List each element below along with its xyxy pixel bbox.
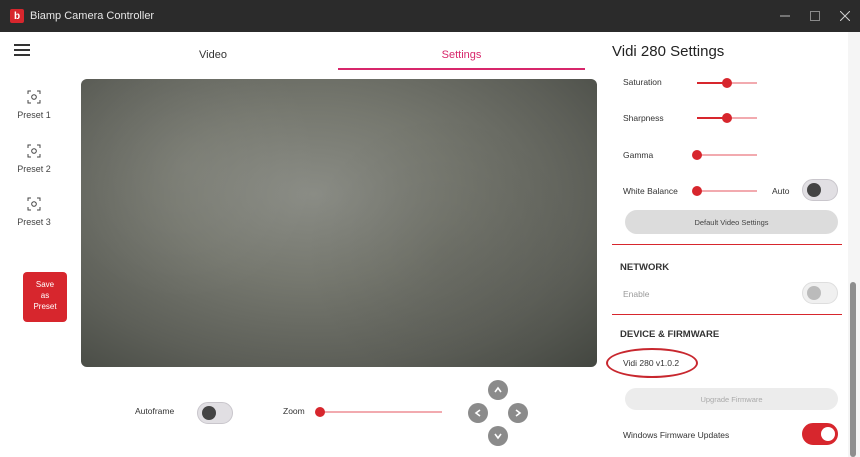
settings-panel: Vidi 280 Settings Saturation Sharpness G… [606, 32, 848, 457]
gamma-slider-thumb[interactable] [692, 150, 702, 160]
windows-firmware-updates-label: Windows Firmware Updates [623, 430, 730, 440]
network-enable-toggle[interactable] [802, 282, 838, 304]
settings-title: Vidi 280 Settings [612, 43, 725, 60]
camera-video-preview [81, 79, 597, 367]
ptz-control-pad [468, 380, 528, 450]
close-icon [840, 11, 850, 21]
firmware-version: Vidi 280 v1.0.2 [623, 358, 680, 368]
default-video-settings-button[interactable]: Default Video Settings [625, 210, 838, 234]
preset-1-button[interactable]: Preset 1 [0, 90, 68, 120]
zoom-slider[interactable] [315, 407, 442, 417]
chevron-down-icon [494, 433, 502, 440]
scrollbar-thumb[interactable] [850, 282, 856, 457]
tab-video[interactable]: Video [138, 32, 288, 72]
autoframe-toggle[interactable] [197, 402, 233, 424]
preset-3-button[interactable]: Preset 3 [0, 197, 68, 227]
save-label-line1: Save [35, 280, 55, 289]
device-firmware-heading: DEVICE & FIRMWARE [620, 329, 720, 340]
saturation-label: Saturation [623, 77, 662, 87]
tab-settings[interactable]: Settings [338, 32, 585, 70]
network-enable-label: Enable [623, 289, 650, 299]
save-label-line2: as [40, 291, 50, 300]
windows-firmware-updates-toggle[interactable] [802, 423, 838, 445]
pan-up-button[interactable] [488, 380, 508, 400]
auto-label: Auto [772, 186, 790, 196]
gamma-slider[interactable] [692, 150, 757, 160]
zoom-label: Zoom [283, 406, 305, 416]
sharpness-slider[interactable] [697, 113, 757, 123]
pan-down-button[interactable] [488, 426, 508, 446]
white-balance-slider[interactable] [692, 186, 757, 196]
left-panel: Preset 1 Preset 2 Preset 3 Save as Prese… [0, 32, 68, 457]
pan-left-button[interactable] [468, 403, 488, 423]
window-title: Biamp Camera Controller [30, 10, 155, 22]
chevron-left-icon [474, 409, 481, 417]
title-bar: b Biamp Camera Controller [0, 0, 860, 32]
sharpness-slider-thumb[interactable] [722, 113, 732, 123]
sharpness-label: Sharpness [623, 113, 664, 123]
saturation-slider-thumb[interactable] [722, 78, 732, 88]
camera-preset-icon [27, 197, 41, 211]
camera-preset-icon [27, 90, 41, 104]
hamburger-menu-icon[interactable] [14, 44, 30, 56]
video-controls: Autoframe Zoom [68, 375, 598, 457]
close-button[interactable] [830, 0, 860, 32]
preset-2-label: Preset 2 [17, 164, 51, 174]
network-heading: NETWORK [620, 262, 670, 273]
save-as-preset-button[interactable]: Save as Preset [23, 272, 67, 322]
settings-scrollbar[interactable] [848, 32, 860, 457]
app-logo-icon: b [10, 9, 24, 23]
saturation-slider[interactable] [697, 78, 757, 88]
window-controls [770, 0, 860, 32]
section-divider [612, 314, 842, 315]
white-balance-slider-thumb[interactable] [692, 186, 702, 196]
chevron-up-icon [494, 386, 502, 393]
minimize-icon [780, 15, 790, 17]
preset-2-button[interactable]: Preset 2 [0, 144, 68, 174]
zoom-slider-thumb[interactable] [315, 407, 325, 417]
preset-1-label: Preset 1 [17, 110, 51, 120]
minimize-button[interactable] [770, 0, 800, 32]
section-divider [612, 244, 842, 245]
white-balance-label: White Balance [623, 186, 678, 196]
upgrade-firmware-button[interactable]: Upgrade Firmware [625, 388, 838, 410]
maximize-icon [810, 11, 820, 21]
gamma-label: Gamma [623, 150, 654, 160]
camera-preset-icon [27, 144, 41, 158]
save-label-line3: Preset [33, 302, 57, 311]
chevron-right-icon [515, 409, 522, 417]
white-balance-auto-toggle[interactable] [802, 179, 838, 201]
maximize-button[interactable] [800, 0, 830, 32]
pan-right-button[interactable] [508, 403, 528, 423]
preset-3-label: Preset 3 [17, 217, 51, 227]
autoframe-label: Autoframe [135, 406, 175, 416]
main-tabs: Video Settings [68, 32, 598, 72]
